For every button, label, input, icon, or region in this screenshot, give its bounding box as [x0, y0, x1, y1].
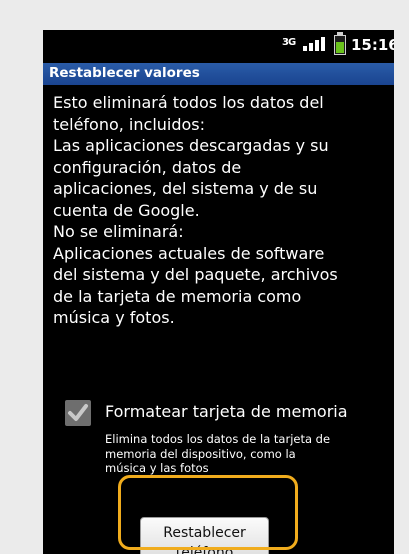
description-line: memoria del dispositivo, como la [105, 446, 296, 461]
status-bar: 3G 15:16 [43, 30, 394, 60]
reset-phone-button[interactable]: Restablecer teléfono [140, 517, 269, 554]
format-memory-card-option[interactable]: Formatear tarjeta de memoria [61, 398, 391, 428]
message-line: Las aplicaciones descargadas y su [53, 136, 329, 155]
description-line: música y las fotos [105, 461, 209, 475]
message-line: Aplicaciones actuales de software [53, 243, 325, 263]
dialog-title-bar: Restablecer valores [43, 63, 394, 85]
format-memory-card-checkbox[interactable] [65, 400, 91, 426]
reset-button-label-line2: teléfono [175, 544, 234, 554]
message-line: del sistema y del paquete, archivos [53, 265, 338, 284]
format-memory-card-description: Elimina todos los datos de la tarjeta de… [105, 432, 390, 476]
description-line: Elimina todos los datos de la tarjeta de [105, 432, 331, 446]
message-line: música y fotos. [53, 308, 175, 327]
network-type-icon: 3G [282, 37, 296, 48]
message-line: cuenta de Google. [53, 200, 200, 220]
reset-button-label-line1: Restablecer [163, 524, 246, 541]
message-line: aplicaciones, del sistema y de su [53, 179, 318, 198]
phone-screen: 3G 15:16 Restablecer valores Esto elimin… [43, 30, 394, 554]
message-line: Esto eliminará todos los datos del [53, 93, 324, 112]
warning-message: Esto eliminará todos los datos del teléf… [53, 92, 387, 329]
message-line: teléfono, incluidos: [53, 114, 206, 134]
dialog-title: Restablecer valores [49, 65, 200, 81]
checkmark-icon [68, 404, 88, 421]
message-line: No se eliminará: [53, 222, 184, 241]
battery-charging-icon [334, 32, 346, 55]
status-time: 15:16 [351, 36, 394, 54]
message-line: configuración, datos de [53, 157, 242, 177]
format-memory-card-label: Formatear tarjeta de memoria [105, 402, 348, 421]
message-line: de la tarjeta de memoria como [53, 286, 302, 306]
signal-strength-icon [303, 37, 325, 51]
